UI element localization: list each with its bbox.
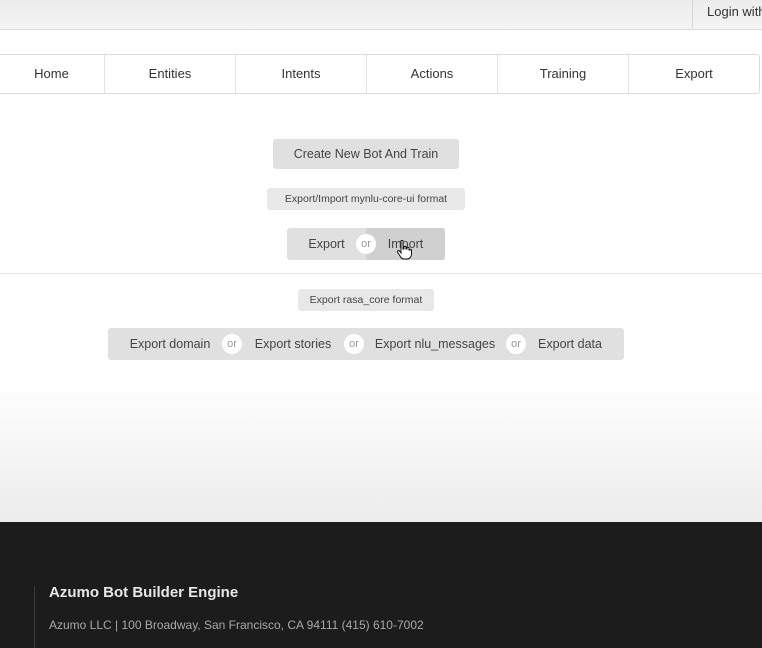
menu-item-actions[interactable]: Actions: [367, 55, 498, 93]
section-divider: [0, 273, 762, 274]
hand-cursor-icon: [396, 240, 412, 260]
menu-item-entities[interactable]: Entities: [105, 55, 236, 93]
menu-item-export[interactable]: Export: [629, 55, 759, 93]
footer-address: Azumo LLC | 100 Broadway, San Francisco,…: [49, 618, 424, 632]
export-nlu-messages-button[interactable]: Export nlu_messages: [354, 328, 516, 360]
or-label: or: [344, 334, 364, 354]
login-button[interactable]: Login with: [692, 0, 762, 28]
footer-title: Azumo Bot Builder Engine: [49, 584, 239, 601]
rasa-format-label: Export rasa_core format: [298, 289, 434, 311]
top-bar: Login with: [0, 0, 762, 30]
rasa-export-group: Export domain or Export stories or Expor…: [108, 328, 624, 360]
or-label: or: [222, 334, 242, 354]
menu-item-home[interactable]: Home: [0, 55, 105, 93]
mynlu-format-label: Export/Import mynlu-core-ui format: [267, 188, 465, 210]
main-menu: Home Entities Intents Actions Training E…: [0, 54, 760, 94]
footer-divider: [34, 586, 35, 648]
export-data-button[interactable]: Export data: [516, 328, 624, 360]
export-stories-button[interactable]: Export stories: [232, 328, 354, 360]
menu-item-intents[interactable]: Intents: [236, 55, 367, 93]
page-background-fade: [0, 380, 762, 522]
export-import-group: Export or Import: [287, 228, 445, 260]
or-label: or: [506, 334, 526, 354]
export-domain-button[interactable]: Export domain: [108, 328, 232, 360]
create-new-bot-button[interactable]: Create New Bot And Train: [273, 139, 459, 169]
menu-item-training[interactable]: Training: [498, 55, 629, 93]
or-label: or: [356, 234, 376, 254]
export-button[interactable]: Export: [287, 228, 366, 260]
